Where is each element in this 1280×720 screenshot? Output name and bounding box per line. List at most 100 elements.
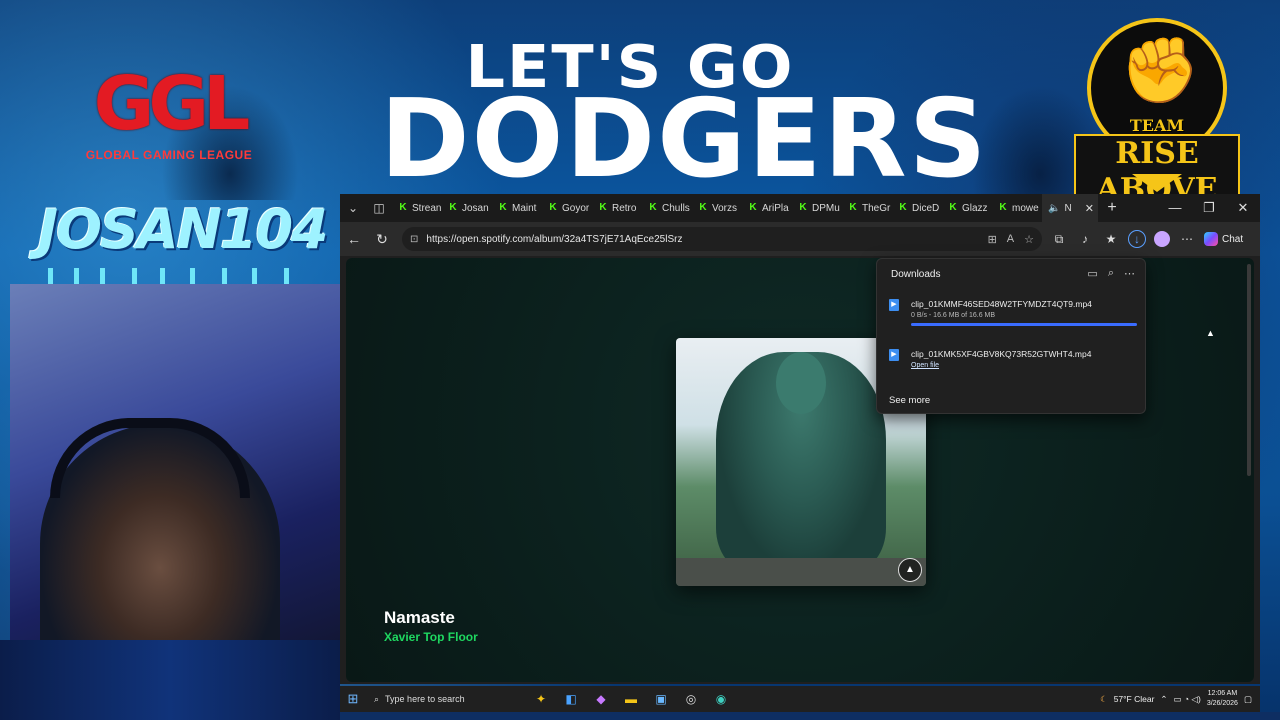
- tab-label: Glazz: [962, 202, 988, 214]
- copilot-chat-button[interactable]: Chat: [1204, 232, 1243, 246]
- tab-1[interactable]: K Josan: [442, 194, 492, 222]
- headset: [50, 418, 250, 498]
- tab-close-icon[interactable]: ✕: [1085, 202, 1098, 215]
- edge-browser-icon[interactable]: ◉: [706, 692, 736, 706]
- album-cover-ground: [676, 558, 926, 586]
- minimize-button[interactable]: —: [1158, 200, 1192, 216]
- ggl-logo-subtitle: GLOBAL GAMING LEAGUE: [85, 148, 253, 162]
- url-field[interactable]: ⊡ https://open.spotify.com/album/32a4TS7…: [402, 227, 1042, 251]
- browser-essentials-icon[interactable]: ♪: [1076, 232, 1094, 246]
- kick-favicon-icon: K: [449, 202, 457, 213]
- ggl-logo-mark: GGL: [93, 61, 251, 147]
- taskbar-search-placeholder: Type here to search: [385, 694, 465, 704]
- dell-icon[interactable]: ◎: [676, 692, 706, 706]
- tab-3[interactable]: K Goyor: [542, 194, 592, 222]
- tab-actions-chevron-icon[interactable]: ⌄: [340, 194, 366, 222]
- favorite-star-icon[interactable]: ☆: [1024, 233, 1034, 246]
- see-more-link[interactable]: See more: [889, 395, 930, 406]
- track-title[interactable]: Namaste: [384, 608, 455, 628]
- headline-line2: DODGERS: [380, 77, 989, 202]
- tab-label: DiceD: [912, 202, 940, 214]
- kick-favicon-icon: K: [799, 202, 807, 213]
- kick-favicon-icon: K: [499, 202, 507, 213]
- downloads-icon[interactable]: ↓: [1128, 230, 1146, 248]
- tray-status-icons[interactable]: ▭ ◔ ◁): [1174, 694, 1201, 705]
- download-item[interactable]: ▶ clip_01KMK5XF4GBV8KQ73R52GTWHT4.mp4 Op…: [889, 347, 1137, 383]
- open-folder-icon[interactable]: ▭: [1087, 267, 1097, 280]
- toolbar-icons: ⧉ ♪ ★ ↓ ⋯ Chat: [1050, 230, 1243, 248]
- profile-avatar[interactable]: [1154, 231, 1170, 247]
- site-info-icon[interactable]: ⊡: [410, 234, 418, 245]
- refresh-icon[interactable]: ↻: [368, 231, 396, 248]
- tab-9[interactable]: K TheGr: [842, 194, 892, 222]
- windows-taskbar: ⊞ ⌕ Type here to search ✦ ◧ ◆ ▬ ▣ ◎ ◉ ☾ …: [340, 686, 1260, 712]
- tab-5[interactable]: K Chulls: [642, 194, 692, 222]
- back-arrow-icon[interactable]: ←: [340, 231, 368, 247]
- download-item[interactable]: ▶ clip_01KMMF46SED48W2TFYMDZT4QT9.mp4 0 …: [889, 297, 1137, 333]
- track-artist[interactable]: Xavier Top Floor: [384, 630, 478, 644]
- tab-active[interactable]: 🔈 N ✕: [1042, 194, 1098, 222]
- video-file-icon: ▶: [889, 349, 899, 361]
- close-window-button[interactable]: ✕: [1226, 200, 1260, 216]
- restore-button[interactable]: ❐: [1192, 200, 1226, 216]
- taskbar-clock[interactable]: 12:06 AM 3/26/2026: [1207, 689, 1238, 709]
- url-action-icons: ⊞ A ☆: [988, 233, 1034, 246]
- kick-favicon-icon: K: [599, 202, 607, 213]
- copilot-icon: [1204, 232, 1218, 246]
- tab-label: DPMu: [812, 202, 840, 214]
- notifications-icon[interactable]: ▢: [1244, 694, 1252, 705]
- microsoft-store-icon[interactable]: ▣: [646, 692, 676, 706]
- window-controls: — ❐ ✕: [1158, 200, 1260, 216]
- more-menu-icon[interactable]: ⋯: [1178, 232, 1196, 246]
- tab-11[interactable]: K Glazz: [942, 194, 992, 222]
- tab-2[interactable]: K Maint: [492, 194, 542, 222]
- downloads-panel: Downloads ▭ ⌕ ⋯ ▶ clip_01KMMF46SED48W2TF…: [876, 258, 1146, 414]
- url-text[interactable]: https://open.spotify.com/album/32a4TS7jE…: [426, 234, 979, 245]
- page-scrollbar[interactable]: [1247, 264, 1251, 476]
- ggl-logo: GGL GLOBAL GAMING LEAGUE: [66, 64, 272, 164]
- tab-label: Vorzs: [712, 202, 738, 214]
- open-file-link[interactable]: Open file: [911, 362, 939, 369]
- app-install-icon[interactable]: ⊞: [988, 233, 997, 246]
- tray-chevron-icon[interactable]: ⌃: [1160, 694, 1167, 705]
- tab-label: Retro: [612, 202, 637, 214]
- extensions-icon[interactable]: ⧉: [1050, 232, 1068, 247]
- favorites-icon[interactable]: ★: [1102, 232, 1120, 246]
- expand-cover-icon[interactable]: ▲: [898, 558, 922, 582]
- tab-8[interactable]: K DPMu: [792, 194, 842, 222]
- tab-6[interactable]: K Vorzs: [692, 194, 742, 222]
- kick-favicon-icon: K: [549, 202, 557, 213]
- tab-label: Goyor: [562, 202, 590, 214]
- search-icon: ⌕: [374, 693, 380, 704]
- workspaces-icon[interactable]: ◫: [366, 194, 392, 222]
- read-aloud-icon[interactable]: A: [1007, 233, 1014, 246]
- tab-10[interactable]: K DiceD: [892, 194, 942, 222]
- tab-4[interactable]: K Retro: [592, 194, 642, 222]
- app-icon-copilot[interactable]: ◆: [586, 692, 616, 706]
- downloads-more-icon[interactable]: ⋯: [1124, 267, 1135, 280]
- file-explorer-icon[interactable]: ▬: [616, 692, 646, 706]
- tab-label: AriPla: [762, 202, 789, 214]
- kick-favicon-icon: K: [999, 202, 1007, 213]
- copilot-sparkle-icon[interactable]: ✦: [526, 692, 556, 706]
- search-downloads-icon[interactable]: ⌕: [1108, 267, 1114, 280]
- fist-icon: ✊: [1120, 34, 1200, 106]
- tab-active-label: N: [1064, 202, 1072, 214]
- new-tab-button[interactable]: +: [1098, 199, 1126, 217]
- kick-favicon-icon: K: [949, 202, 957, 213]
- clock-time: 12:06 AM: [1207, 690, 1238, 697]
- download-status: 0 B/s - 16.6 MB of 16.6 MB: [911, 312, 996, 319]
- tab-12[interactable]: Kmowe: [992, 194, 1042, 222]
- windows-start-icon[interactable]: ⊞: [340, 691, 366, 707]
- tab-0[interactable]: K Strean: [392, 194, 442, 222]
- taskbar-search[interactable]: ⌕ Type here to search: [366, 689, 526, 709]
- kick-favicon-icon: K: [649, 202, 657, 213]
- tab-bar: ⌄ ◫ K Strean K Josan K Maint K Goyor K Retro K Chul…: [340, 194, 1260, 222]
- weather-text[interactable]: 57°F Clear: [1114, 694, 1155, 704]
- video-file-icon: ▶: [889, 299, 899, 311]
- weather-moon-icon: ☾: [1100, 693, 1108, 704]
- download-progress-bar: [911, 323, 1137, 326]
- app-icon-store[interactable]: ◧: [556, 692, 586, 706]
- tab-7[interactable]: K AriPla: [742, 194, 792, 222]
- team-rise-above-badge: ✊ TEAM RISE ABOVE: [1072, 12, 1242, 210]
